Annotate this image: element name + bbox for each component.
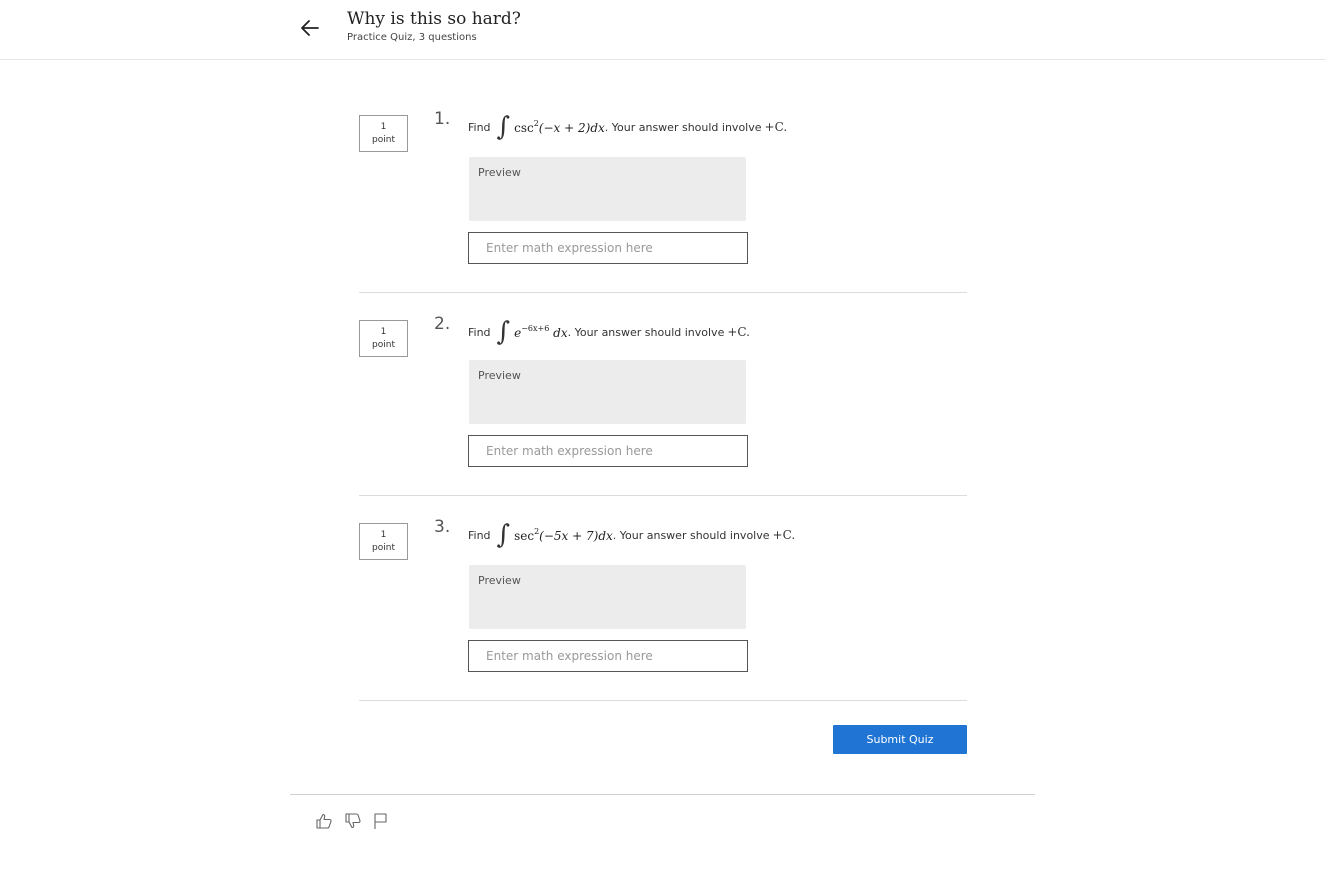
prompt-prefix: Find — [468, 325, 491, 339]
preview-box: Preview — [469, 360, 746, 424]
question-2: 1 point 2. Find ∫ e−6x+6 dx . Your answe… — [359, 314, 967, 496]
preview-box: Preview — [469, 157, 746, 221]
thumbs-up-icon[interactable] — [315, 812, 333, 830]
preview-box: Preview — [469, 565, 746, 629]
question-prompt: Find ∫ e−6x+6 dx . Your answer should in… — [468, 317, 750, 347]
math-expression: e−6x+6 dx — [514, 324, 568, 340]
question-1: 1 point 1. Find ∫ csc2(−x + 2)dx . Your … — [359, 109, 967, 293]
prompt-suffix: . Your answer should involve — [604, 120, 762, 134]
math-func: csc — [514, 121, 534, 135]
flag-icon[interactable] — [372, 812, 390, 830]
integral-symbol: ∫ — [496, 317, 511, 347]
prompt-suffix: . Your answer should involve — [567, 325, 725, 339]
points-badge: 1 point — [359, 523, 408, 560]
math-power: −6x+6 — [521, 324, 550, 333]
question-3: 1 point 3. Find ∫ sec2(−5x + 7)dx . Your… — [359, 517, 967, 701]
question-prompt: Find ∫ sec2(−5x + 7)dx . Your answer sho… — [468, 520, 796, 550]
math-arg: (−5x + 7) — [539, 529, 599, 543]
points-badge: 1 point — [359, 115, 408, 152]
prompt-prefix: Find — [468, 528, 491, 542]
footer-divider — [290, 794, 1035, 795]
input-placeholder: Enter math expression here — [486, 649, 653, 663]
page-title: Why is this so hard? — [347, 9, 521, 29]
thumbs-down-icon[interactable] — [344, 812, 362, 830]
constant-c: +C. — [764, 120, 788, 134]
input-placeholder: Enter math expression here — [486, 241, 653, 255]
question-number: 3. — [434, 517, 451, 537]
integral-symbol: ∫ — [496, 520, 511, 550]
prompt-suffix: . Your answer should involve — [612, 528, 770, 542]
math-expression: csc2(−x + 2)dx — [514, 119, 605, 135]
math-expression: sec2(−5x + 7)dx — [514, 527, 613, 543]
math-expression-input[interactable]: Enter math expression here — [468, 435, 748, 467]
math-arg: (−x + 2) — [538, 121, 591, 135]
prompt-prefix: Find — [468, 120, 491, 134]
math-expression-input[interactable]: Enter math expression here — [468, 640, 748, 672]
quiz-header: Why is this so hard? Practice Quiz, 3 qu… — [0, 0, 1326, 60]
points-value: 1 — [380, 327, 387, 337]
back-arrow-icon[interactable] — [298, 16, 322, 40]
integral-symbol: ∫ — [496, 112, 511, 142]
points-label: point — [372, 543, 395, 553]
points-badge: 1 point — [359, 320, 408, 357]
points-value: 1 — [380, 530, 387, 540]
preview-label: Preview — [478, 574, 521, 587]
question-number: 1. — [434, 109, 451, 129]
constant-c: +C. — [772, 528, 796, 542]
math-func: sec — [514, 529, 535, 543]
preview-label: Preview — [478, 369, 521, 382]
page-subtitle: Practice Quiz, 3 questions — [347, 32, 477, 43]
points-value: 1 — [380, 122, 387, 132]
input-placeholder: Enter math expression here — [486, 444, 653, 458]
preview-label: Preview — [478, 166, 521, 179]
submit-quiz-button[interactable]: Submit Quiz — [833, 725, 967, 754]
points-label: point — [372, 340, 395, 350]
math-expression-input[interactable]: Enter math expression here — [468, 232, 748, 264]
constant-c: +C. — [727, 325, 750, 339]
question-number: 2. — [434, 314, 451, 334]
math-dx: dx — [590, 121, 605, 135]
points-label: point — [372, 135, 395, 145]
math-dx: dx — [553, 326, 568, 340]
math-dx: dx — [598, 529, 613, 543]
question-prompt: Find ∫ csc2(−x + 2)dx . Your answer shou… — [468, 112, 788, 142]
